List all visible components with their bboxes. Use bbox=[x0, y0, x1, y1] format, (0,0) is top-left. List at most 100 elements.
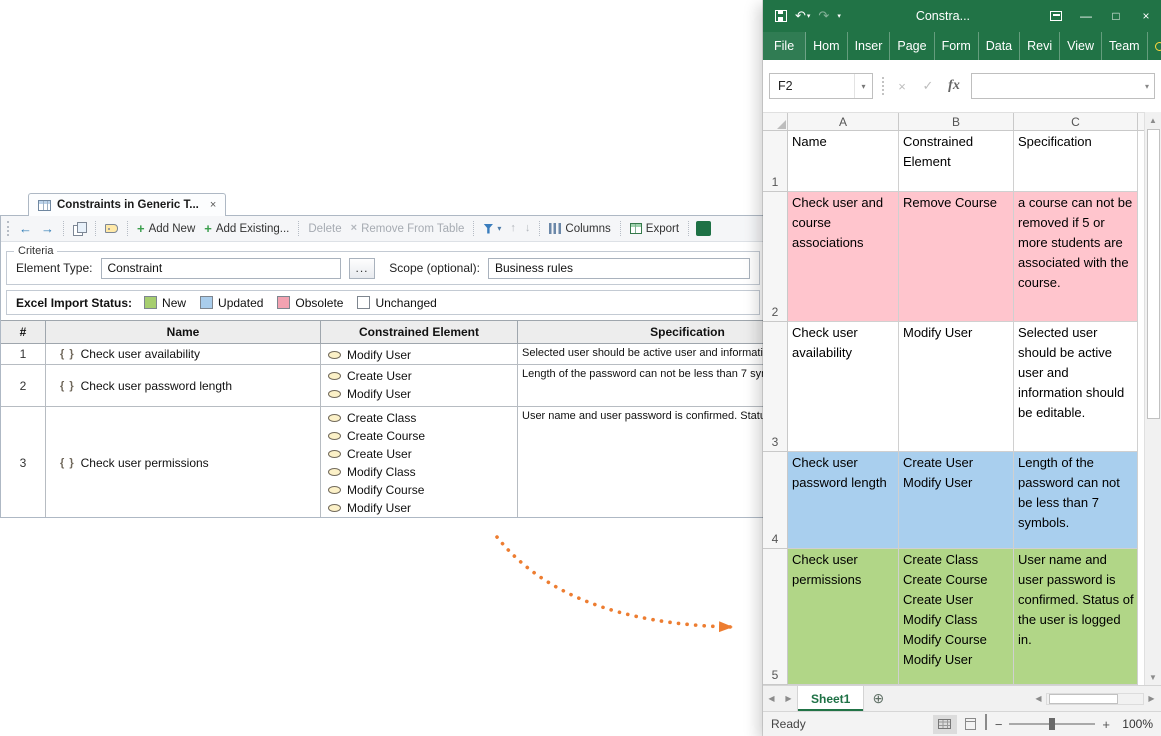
zoom-slider[interactable] bbox=[1009, 723, 1095, 725]
tab-close-icon[interactable]: × bbox=[210, 199, 216, 211]
cell-A4[interactable]: Check user password length bbox=[788, 452, 899, 549]
normal-view-button[interactable] bbox=[933, 715, 957, 734]
row-header-2[interactable]: 2 bbox=[763, 192, 788, 322]
constraint-name-cell[interactable]: { }Check user availability bbox=[46, 344, 321, 364]
add-new-button[interactable]: + Add New bbox=[133, 220, 199, 237]
element-type-input[interactable]: Constraint bbox=[101, 258, 341, 279]
columns-button[interactable]: Columns bbox=[545, 221, 614, 237]
cell-B1[interactable]: Constrained Element bbox=[899, 131, 1014, 192]
header-constrained-element[interactable]: Constrained Element bbox=[321, 321, 518, 343]
save-button[interactable] bbox=[771, 4, 791, 28]
zoom-in-button[interactable]: + bbox=[1102, 717, 1110, 732]
cell-C4[interactable]: Length of the password can not be less t… bbox=[1014, 452, 1138, 549]
new-sheet-button[interactable]: ⊕ bbox=[864, 686, 892, 711]
constraint-name-cell[interactable]: { }Check user permissions bbox=[46, 407, 321, 518]
ribbon-tab-hom[interactable]: Hom bbox=[806, 32, 847, 60]
ribbon-tab-form[interactable]: Form bbox=[935, 32, 979, 60]
hscroll-thumb[interactable] bbox=[1049, 694, 1118, 704]
insert-function-button[interactable]: fx bbox=[945, 78, 963, 94]
ribbon-tab-file[interactable]: File bbox=[763, 32, 806, 60]
cell-C5[interactable]: User name and user password is confirmed… bbox=[1014, 549, 1138, 685]
delete-button[interactable]: Delete bbox=[304, 221, 345, 237]
header-number[interactable]: # bbox=[1, 321, 46, 343]
cell-C3[interactable]: Selected user should be active user and … bbox=[1014, 322, 1138, 452]
row-header-3[interactable]: 3 bbox=[763, 322, 788, 452]
row-header-1[interactable]: 1 bbox=[763, 131, 788, 192]
next-sheet-button[interactable]: ▶ bbox=[780, 686, 797, 711]
ribbon-tab-view[interactable]: View bbox=[1060, 32, 1102, 60]
scroll-right-icon[interactable]: ▶ bbox=[1144, 694, 1159, 703]
ribbon-tab-tell[interactable]: Tell bbox=[1148, 32, 1161, 60]
cell-C1[interactable]: Specification bbox=[1014, 131, 1138, 192]
name-box-dropdown-icon[interactable]: ▾ bbox=[854, 74, 872, 98]
cell-A3[interactable]: Check user availability bbox=[788, 322, 899, 452]
row-header-5[interactable]: 5 bbox=[763, 549, 788, 685]
hscroll-track[interactable] bbox=[1046, 693, 1144, 705]
vscroll-thumb[interactable] bbox=[1147, 129, 1160, 419]
ribbon-tab-page[interactable]: Page bbox=[890, 32, 934, 60]
constrained-element-cell[interactable]: Create UserModify User bbox=[321, 365, 518, 406]
cell-B5[interactable]: Create Class Create Course Create User M… bbox=[899, 549, 1014, 685]
export-button[interactable]: Export bbox=[626, 221, 683, 237]
specification-cell[interactable]: User name and user password is confirmed… bbox=[518, 407, 766, 518]
row-number-cell[interactable]: 2 bbox=[1, 365, 46, 406]
cell-A5[interactable]: Check user permissions bbox=[788, 549, 899, 685]
remove-from-table-button[interactable]: × Remove From Table bbox=[347, 221, 469, 237]
add-existing-button[interactable]: + Add Existing... bbox=[200, 220, 293, 237]
enter-button[interactable]: ✓ bbox=[919, 78, 937, 94]
column-header-a[interactable]: A bbox=[788, 113, 899, 130]
excel-sync-icon[interactable] bbox=[696, 221, 711, 236]
filter-button[interactable]: ▾ bbox=[479, 222, 505, 236]
zoom-percentage[interactable]: 100% bbox=[1117, 717, 1153, 731]
copy-button[interactable] bbox=[69, 220, 90, 237]
cell-B3[interactable]: Modify User bbox=[899, 322, 1014, 452]
close-button[interactable]: × bbox=[1131, 0, 1161, 32]
horizontal-scrollbar[interactable]: ◀ ▶ bbox=[1031, 686, 1161, 711]
move-up-button[interactable]: ↑ bbox=[506, 221, 520, 236]
back-button[interactable]: ← bbox=[15, 220, 36, 237]
header-name[interactable]: Name bbox=[46, 321, 321, 343]
specification-cell[interactable]: Length of the password can not be less t… bbox=[518, 365, 766, 406]
name-box[interactable]: F2 ▾ bbox=[769, 73, 873, 99]
scroll-up-icon[interactable]: ▲ bbox=[1145, 112, 1161, 128]
undo-button[interactable]: ↶ ▾ bbox=[791, 4, 814, 28]
maximize-button[interactable]: □ bbox=[1101, 0, 1131, 32]
page-break-view-button[interactable] bbox=[985, 715, 987, 734]
zoom-out-button[interactable]: − bbox=[995, 717, 1003, 732]
ribbon-tab-revi[interactable]: Revi bbox=[1020, 32, 1060, 60]
row-number-cell[interactable]: 3 bbox=[1, 407, 46, 518]
legend-button[interactable] bbox=[101, 222, 122, 235]
cell-B2[interactable]: Remove Course bbox=[899, 192, 1014, 322]
constrained-element-cell[interactable]: Create ClassCreate CourseCreate UserModi… bbox=[321, 407, 518, 518]
document-tab[interactable]: Constraints in Generic T... × bbox=[28, 193, 226, 216]
customize-qat-button[interactable]: ▾ bbox=[833, 4, 845, 28]
cancel-button[interactable]: × bbox=[893, 79, 911, 94]
ribbon-tab-team[interactable]: Team bbox=[1102, 32, 1148, 60]
redo-button[interactable]: ↷ bbox=[814, 4, 833, 28]
element-type-browse-button[interactable]: ... bbox=[349, 258, 376, 279]
row-number-cell[interactable]: 1 bbox=[1, 344, 46, 364]
scroll-left-icon[interactable]: ◀ bbox=[1031, 694, 1046, 703]
ribbon-tab-inser[interactable]: Inser bbox=[848, 32, 891, 60]
cell-C2[interactable]: a course can not be removed if 5 or more… bbox=[1014, 192, 1138, 322]
formula-input[interactable]: ▾ bbox=[971, 73, 1155, 99]
cell-A2[interactable]: Check user and course associations bbox=[788, 192, 899, 322]
sheet-tab-sheet1[interactable]: Sheet1 bbox=[797, 686, 864, 711]
move-down-button[interactable]: ↓ bbox=[521, 221, 535, 236]
select-all-corner[interactable] bbox=[763, 113, 788, 130]
prev-sheet-button[interactable]: ◀ bbox=[763, 686, 780, 711]
specification-cell[interactable]: Selected user should be active user and … bbox=[518, 344, 766, 364]
scroll-down-icon[interactable]: ▼ bbox=[1145, 669, 1161, 685]
ribbon-tab-data[interactable]: Data bbox=[979, 32, 1020, 60]
constrained-element-cell[interactable]: Modify User bbox=[321, 344, 518, 364]
vertical-scrollbar[interactable]: ▲ ▼ bbox=[1144, 112, 1161, 685]
scope-input[interactable]: Business rules bbox=[488, 258, 750, 279]
minimize-button[interactable]: — bbox=[1071, 0, 1101, 32]
zoom-slider-thumb[interactable] bbox=[1049, 718, 1055, 730]
column-header-c[interactable]: C bbox=[1014, 113, 1138, 130]
ribbon-display-options-button[interactable] bbox=[1041, 0, 1071, 32]
constraint-name-cell[interactable]: { }Check user password length bbox=[46, 365, 321, 406]
formula-expand-icon[interactable]: ▾ bbox=[1145, 82, 1149, 91]
cell-A1[interactable]: Name bbox=[788, 131, 899, 192]
forward-button[interactable]: → bbox=[37, 220, 58, 237]
